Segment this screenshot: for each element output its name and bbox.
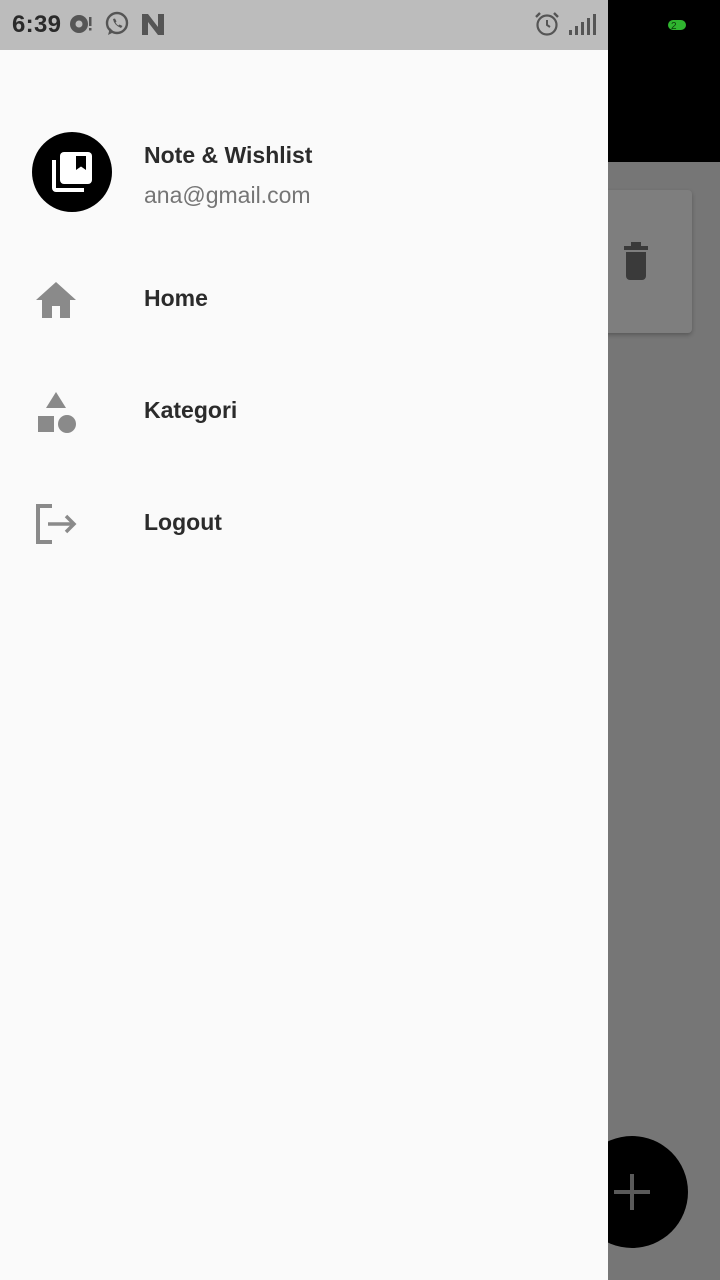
alarm-icon [534, 11, 560, 42]
status-time: 6:39 [12, 11, 62, 38]
app-name: Note & Wishlist [144, 142, 313, 168]
account-email: ana@gmail.com [144, 182, 311, 208]
battery-icon: 2 [666, 16, 690, 34]
avatar [32, 132, 112, 212]
drawer-item-kategori[interactable]: Kategori [0, 356, 608, 468]
status-bar: 6:39 [0, 0, 608, 50]
whatsapp-icon [104, 11, 130, 42]
collections-bookmark-icon [52, 152, 92, 192]
sync-icon [68, 11, 94, 42]
delete-icon[interactable] [620, 240, 652, 284]
category-icon [32, 388, 80, 436]
add-icon [614, 1174, 650, 1210]
svg-text:2: 2 [671, 21, 677, 32]
drawer-item-logout[interactable]: Logout [0, 468, 608, 580]
drawer-item-label: Logout [144, 509, 222, 535]
n-app-icon [140, 11, 166, 42]
logout-icon [32, 500, 80, 548]
drawer-item-home[interactable]: Home [0, 244, 608, 356]
navigation-drawer: Note & Wishlist ana@gmail.com Home Kateg… [0, 50, 608, 1280]
drawer-item-label: Home [144, 285, 208, 311]
screen: 2 6:39 Note & Wishlist ana@gmail.com Hom… [0, 0, 720, 1280]
home-icon [32, 276, 80, 324]
signal-icon [568, 11, 598, 42]
drawer-item-label: Kategori [144, 397, 238, 423]
